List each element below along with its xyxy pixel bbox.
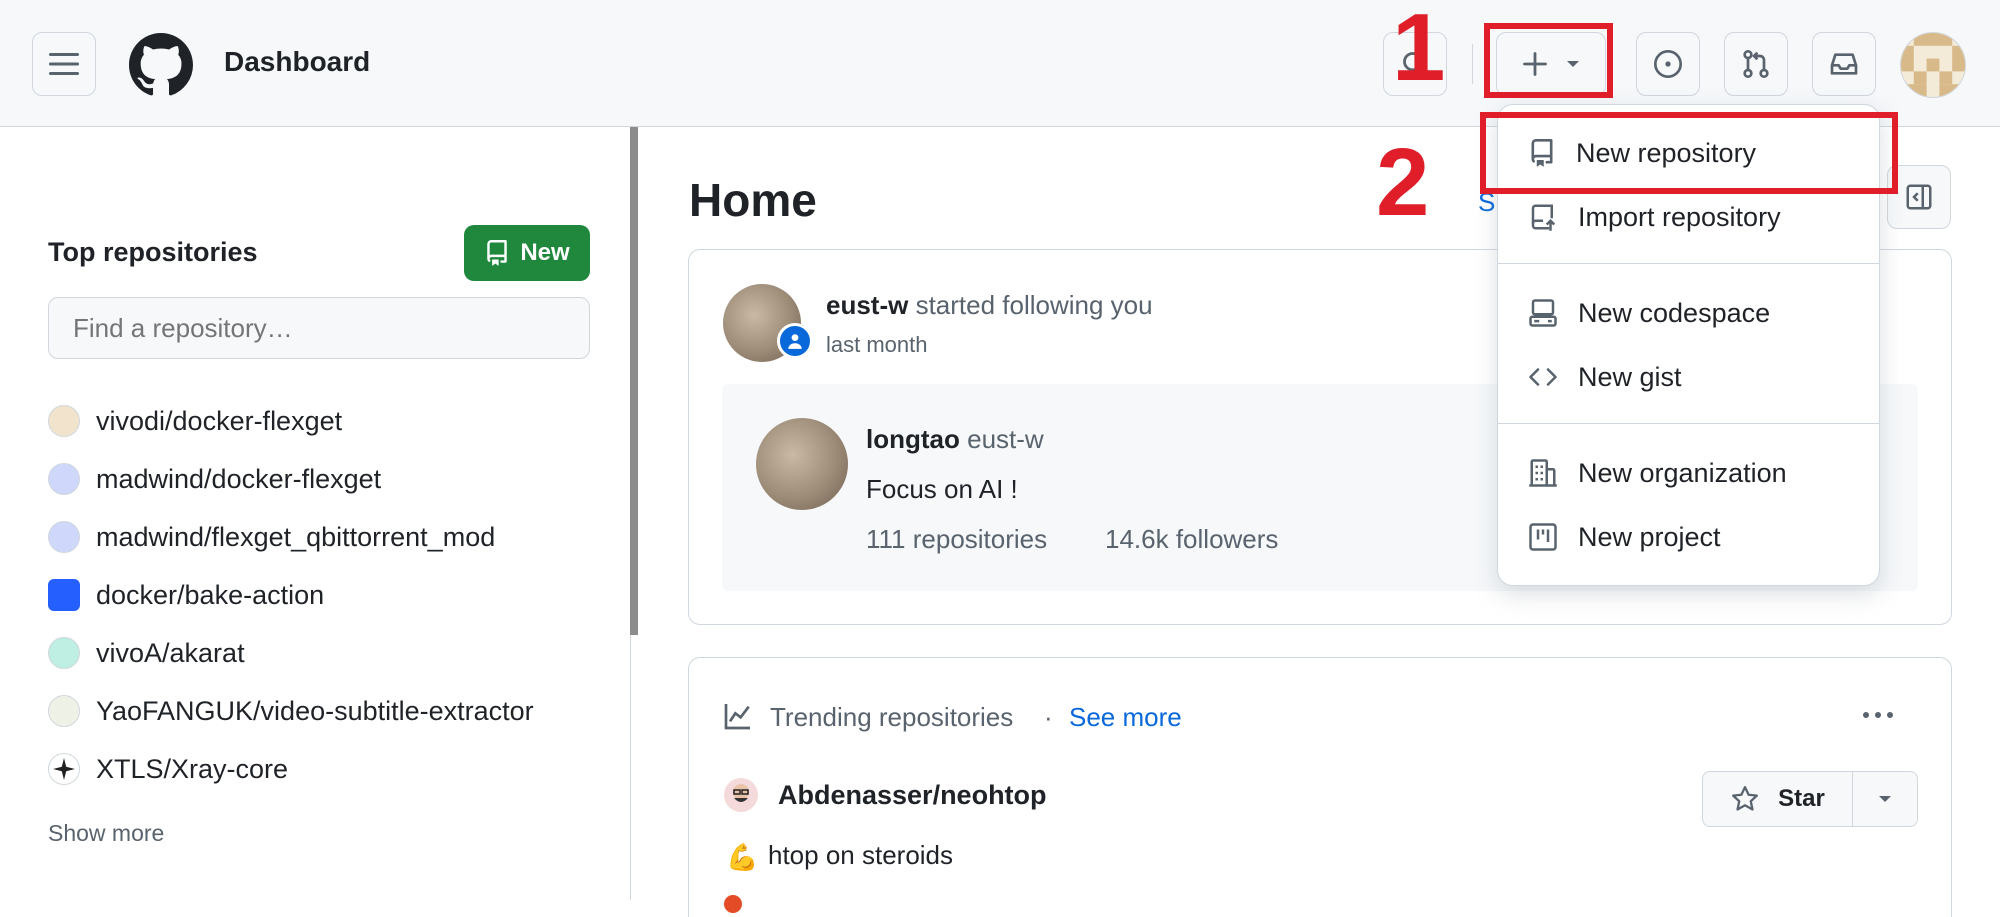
language-color-dot: [724, 895, 742, 913]
xray-logo-icon: [53, 758, 75, 780]
longtao-avatar[interactable]: [756, 418, 848, 510]
graph-icon: [724, 704, 750, 730]
repo-item-vivoa-akarat[interactable]: vivoA/akarat: [48, 624, 608, 682]
hamburger-icon: [49, 53, 79, 75]
repo-name: madwind/flexget_qbittorrent_mod: [96, 521, 496, 552]
profile-name[interactable]: longtao: [866, 424, 960, 454]
follow-time[interactable]: last month: [826, 332, 928, 358]
issues-button[interactable]: [1636, 32, 1700, 96]
follow-activity-text: eust-w started following you: [826, 290, 1153, 321]
repo-item-madwind-docker-flexget[interactable]: madwind/docker-flexget: [48, 450, 608, 508]
sidebar-scrollbar[interactable]: [630, 127, 638, 635]
trending-label: Trending repositories: [770, 702, 1014, 732]
show-more-link[interactable]: Show more: [48, 820, 164, 847]
project-icon: [1529, 523, 1557, 551]
top-repositories-list: vivodi/docker-flexget madwind/docker-fle…: [48, 392, 608, 798]
menu-item-import-repository[interactable]: Import repository: [1498, 187, 1879, 247]
star-icon: [1732, 786, 1759, 811]
trending-more-options[interactable]: ...: [1860, 700, 1900, 730]
repo-item-madwind-flexget-qbittorrent-mod[interactable]: madwind/flexget_qbittorrent_mod: [48, 508, 608, 566]
menu-item-new-project[interactable]: New project: [1498, 507, 1879, 567]
repo-owner-avatar: [48, 579, 80, 611]
page-title[interactable]: Dashboard: [224, 46, 370, 78]
repo-name: madwind/docker-flexget: [96, 463, 382, 494]
github-logo-icon: [129, 33, 193, 96]
identicon-avatar-icon: [1901, 33, 1965, 97]
home-heading: Home: [689, 174, 817, 226]
annotation-step-2: 2: [1376, 129, 1430, 236]
issue-opened-icon: [1654, 50, 1682, 78]
repo-item-xtls-xray-core[interactable]: XTLS/Xray-core: [48, 740, 608, 798]
profile-login: eust-w: [967, 424, 1044, 454]
repo-owner-avatar: [48, 695, 80, 727]
see-more-link[interactable]: See more: [1069, 702, 1182, 733]
repo-name: vivodi/docker-flexget: [96, 405, 343, 436]
inbox-button[interactable]: [1812, 32, 1876, 96]
new-button-label: New: [520, 239, 570, 266]
annotation-box-new-repository: [1480, 112, 1898, 194]
repo-owner-avatar: [48, 463, 80, 495]
repo-owner-avatar: [48, 637, 80, 669]
sidebar-expand-icon: [1906, 184, 1932, 210]
menu-item-label: New codespace: [1578, 297, 1771, 328]
top-repositories-heading: Top repositories: [48, 237, 258, 267]
trending-repo-owner-avatar[interactable]: [724, 778, 758, 812]
menu-separator: [1498, 263, 1879, 264]
flexed-biceps-icon: 💪: [726, 842, 759, 872]
repo-owner-avatar: [48, 405, 80, 437]
follower-username[interactable]: eust-w: [826, 290, 908, 320]
star-label: Star: [1778, 785, 1825, 812]
pull-requests-button[interactable]: [1724, 32, 1788, 96]
repo-icon: [487, 240, 508, 266]
hamburger-menu-button[interactable]: [32, 32, 96, 96]
new-repository-sidebar-button[interactable]: New: [464, 225, 590, 281]
annotation-step-1: 1: [1392, 0, 1446, 101]
repo-item-vivodi-docker-flexget[interactable]: vivodi/docker-flexget: [48, 392, 608, 450]
person-icon: [788, 334, 802, 349]
profile-name-row: longtao eust-w: [866, 424, 1044, 455]
menu-separator: [1498, 423, 1879, 424]
annotation-box-create-button: [1484, 23, 1613, 98]
repo-item-docker-bake-action[interactable]: docker/bake-action: [48, 566, 608, 624]
profile-bio: Focus on AI !: [866, 474, 1018, 504]
menu-item-new-gist[interactable]: New gist: [1498, 347, 1879, 407]
repo-owner-avatar: [48, 521, 80, 553]
follow-badge: [777, 323, 813, 359]
star-button[interactable]: Star: [1703, 772, 1853, 826]
trending-repo-description: htop on steroids: [768, 840, 954, 870]
profile-repositories-count[interactable]: 111 repositories: [866, 524, 1047, 555]
repo-push-icon: [1531, 204, 1556, 231]
find-repository-input[interactable]: [48, 297, 590, 359]
user-face-icon: [733, 784, 749, 802]
menu-item-new-organization[interactable]: New organization: [1498, 443, 1879, 503]
repo-name: docker/bake-action: [96, 579, 325, 610]
menu-item-label: New gist: [1578, 361, 1682, 392]
user-avatar[interactable]: [1900, 32, 1966, 98]
profile-followers-count[interactable]: 14.6k followers: [1105, 524, 1278, 555]
git-pull-request-icon: [1743, 50, 1769, 78]
kebab-horizontal-icon: [1863, 712, 1893, 718]
github-logo[interactable]: [129, 33, 193, 97]
code-icon: [1529, 368, 1557, 386]
follow-action: started following you: [915, 290, 1153, 320]
menu-item-label: Import repository: [1578, 201, 1781, 232]
repo-name: vivoA/akarat: [96, 637, 245, 668]
triangle-down-icon: [1879, 796, 1891, 802]
menu-item-label: New project: [1578, 521, 1721, 552]
repo-owner-avatar: [48, 753, 80, 785]
repo-name: XTLS/Xray-core: [96, 753, 289, 784]
star-list-dropdown-button[interactable]: [1853, 772, 1917, 826]
organization-icon: [1529, 459, 1557, 487]
repo-name: YaoFANGUK/video-subtitle-extractor: [96, 695, 534, 726]
trending-separator: ·: [1044, 702, 1053, 732]
trending-repo-name[interactable]: Abdenasser/neohtop: [778, 780, 1047, 811]
header-divider: [1472, 44, 1473, 84]
menu-item-new-codespace[interactable]: New codespace: [1498, 283, 1879, 343]
menu-item-label: New organization: [1578, 457, 1787, 488]
codespaces-icon: [1529, 299, 1557, 327]
repo-item-yaofanguk-video-subtitle-extractor[interactable]: YaoFANGUK/video-subtitle-extractor: [48, 682, 608, 740]
inbox-icon: [1830, 53, 1858, 75]
